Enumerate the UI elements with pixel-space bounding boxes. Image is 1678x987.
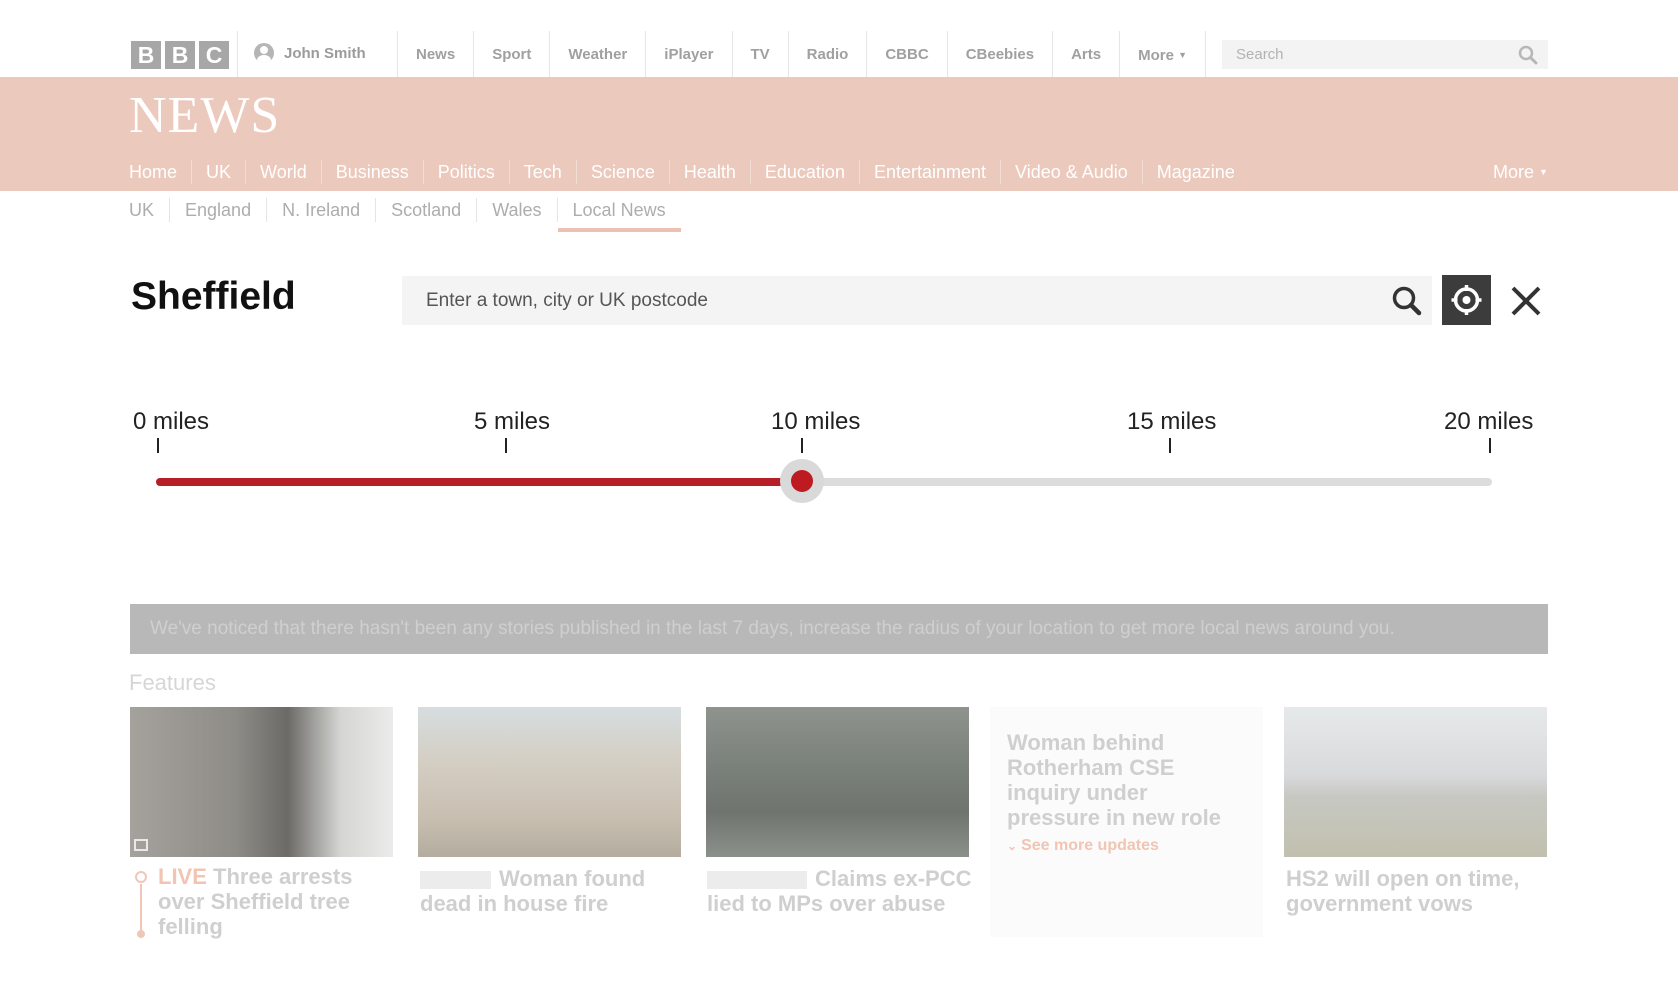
caret-down-icon: ▼ xyxy=(1539,167,1548,177)
live-timeline-end xyxy=(137,930,145,938)
use-my-location-button[interactable] xyxy=(1442,275,1491,325)
subnav-scotland[interactable]: Scotland xyxy=(375,198,476,222)
story-headline[interactable]: HS2 will open on time, government vows xyxy=(1286,866,1546,916)
news-logo[interactable]: NEWS xyxy=(129,86,280,145)
story-tag-placeholder xyxy=(707,871,807,890)
subnav-uk[interactable]: UK xyxy=(129,198,169,222)
nav-entertainment[interactable]: Entertainment xyxy=(858,160,1000,184)
nav-politics[interactable]: Politics xyxy=(422,160,509,184)
subnav-england[interactable]: England xyxy=(169,198,266,222)
divider xyxy=(237,31,238,77)
no-stories-notice: We've noticed that there hasn't been any… xyxy=(130,604,1548,654)
subnav-wales[interactable]: Wales xyxy=(476,198,556,222)
story-headline[interactable]: Woman found dead in house fire xyxy=(420,866,685,916)
story-image[interactable] xyxy=(130,707,393,857)
search-icon[interactable] xyxy=(1518,45,1538,65)
story-tag-placeholder xyxy=(420,871,491,890)
live-indicator-icon xyxy=(135,871,147,883)
live-badge: LIVE xyxy=(158,864,207,889)
nav-more[interactable]: More ▼ xyxy=(1493,160,1548,184)
chevron-down-icon: ⌄ xyxy=(1007,839,1018,853)
global-nav-news[interactable]: News xyxy=(397,31,473,77)
global-nav-more[interactable]: More ▼ xyxy=(1119,31,1207,77)
story-headline[interactable]: Claims ex-PCC lied to MPs over abuse xyxy=(707,866,972,916)
global-nav-more-label: More xyxy=(1138,47,1174,64)
bbc-search-placeholder: Search xyxy=(1236,46,1284,63)
global-nav-tv[interactable]: TV xyxy=(731,31,788,77)
radius-slider-fill xyxy=(156,478,802,486)
story-image[interactable] xyxy=(706,707,969,857)
subnav-n-ireland[interactable]: N. Ireland xyxy=(266,198,375,222)
bbc-global-nav: News Sport Weather iPlayer TV Radio CBBC… xyxy=(397,31,1207,77)
nav-science[interactable]: Science xyxy=(575,160,669,184)
nav-magazine[interactable]: Magazine xyxy=(1141,160,1249,184)
radius-label-10: 10 miles xyxy=(771,408,861,435)
caret-down-icon: ▼ xyxy=(1178,50,1188,60)
nav-video-audio[interactable]: Video & Audio xyxy=(1000,160,1142,184)
radius-label-0: 0 miles xyxy=(133,408,210,435)
subnav-local-news[interactable]: Local News xyxy=(556,198,681,232)
global-nav-weather[interactable]: Weather xyxy=(549,31,645,77)
radius-label-15: 15 miles xyxy=(1127,408,1217,435)
radius-label-20: 20 miles xyxy=(1444,408,1534,435)
nav-health[interactable]: Health xyxy=(668,160,750,184)
global-nav-cbbc[interactable]: CBBC xyxy=(866,31,946,77)
location-search-field xyxy=(402,276,1432,325)
radius-slider-handle[interactable] xyxy=(780,459,824,503)
bbc-logo[interactable]: B B C xyxy=(131,41,229,69)
global-nav-cbeebies[interactable]: CBeebies xyxy=(946,31,1052,77)
news-main-nav: Home UK World Business Politics Tech Sci… xyxy=(129,160,1249,198)
account-name: John Smith xyxy=(284,44,366,62)
story-headline[interactable]: Woman behind Rotherham CSE inquiry under… xyxy=(1007,730,1237,830)
account-link[interactable]: John Smith xyxy=(254,43,366,63)
story-image[interactable] xyxy=(1284,707,1547,857)
locate-icon xyxy=(1451,285,1482,315)
radius-tick xyxy=(505,438,507,453)
nav-home[interactable]: Home xyxy=(129,160,191,184)
global-nav-iplayer[interactable]: iPlayer xyxy=(645,31,731,77)
photo-frame-icon xyxy=(134,839,148,851)
global-nav-arts[interactable]: Arts xyxy=(1052,31,1119,77)
features-heading: Features xyxy=(129,670,216,695)
nav-business[interactable]: Business xyxy=(320,160,423,184)
nav-world[interactable]: World xyxy=(245,160,321,184)
see-more-updates-link[interactable]: ⌄ See more updates xyxy=(1007,837,1159,855)
notice-text: We've noticed that there hasn't been any… xyxy=(150,618,1395,639)
global-nav-radio[interactable]: Radio xyxy=(787,31,867,77)
bbc-search-field[interactable]: Search xyxy=(1222,40,1548,69)
nav-education[interactable]: Education xyxy=(749,160,859,184)
bbc-logo-letter: B xyxy=(165,41,195,69)
location-search-input[interactable] xyxy=(426,276,1346,325)
global-nav-sport[interactable]: Sport xyxy=(473,31,549,77)
bbc-logo-letter: B xyxy=(131,41,161,69)
nav-uk[interactable]: UK xyxy=(191,160,246,198)
story-image[interactable] xyxy=(418,707,681,857)
radius-tick xyxy=(1169,438,1171,453)
location-title: Sheffield xyxy=(131,275,296,318)
nav-more-label: More xyxy=(1493,162,1535,182)
radius-tick xyxy=(157,438,159,453)
radius-label-5: 5 miles xyxy=(474,408,551,435)
radius-tick xyxy=(1489,438,1491,453)
search-icon[interactable] xyxy=(1390,284,1424,318)
see-more-label: See more updates xyxy=(1021,837,1159,854)
story-headline[interactable]: LIVE Three arrests over Sheffield tree f… xyxy=(158,864,398,939)
user-icon xyxy=(254,43,274,63)
live-timeline xyxy=(140,884,142,934)
uk-sub-nav: UK England N. Ireland Scotland Wales Loc… xyxy=(129,198,681,232)
radius-tick xyxy=(801,438,803,453)
nav-tech[interactable]: Tech xyxy=(508,160,576,184)
bbc-logo-letter: C xyxy=(199,41,229,69)
close-icon[interactable] xyxy=(1505,280,1547,322)
